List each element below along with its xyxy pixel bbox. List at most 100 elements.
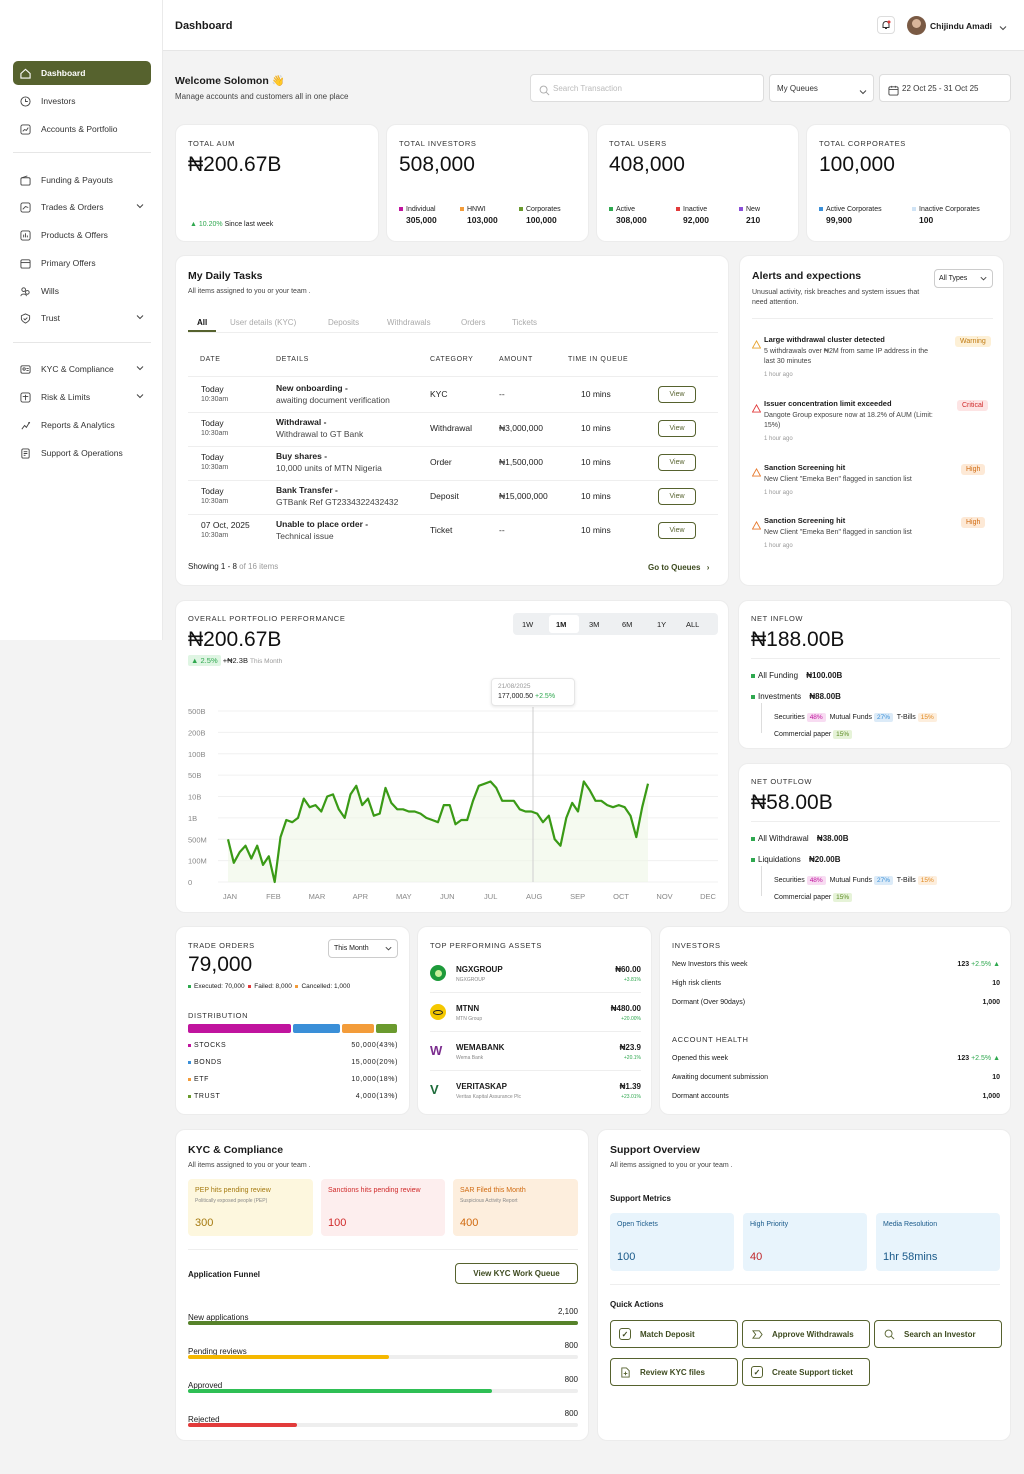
alert-item[interactable]: Sanction Screening hit New Client "Emeka…	[740, 515, 1005, 559]
sar-filed-box[interactable]: SAR Filed this Month Suspicious Activity…	[453, 1179, 578, 1236]
scale-icon	[19, 391, 31, 403]
sidebar-item-risk[interactable]: Risk & Limits	[13, 385, 151, 409]
view-button[interactable]: View	[658, 454, 696, 471]
view-button[interactable]: View	[658, 488, 696, 505]
chevron-down-icon[interactable]	[998, 20, 1008, 38]
notification-bell-icon[interactable]	[877, 16, 895, 34]
high-priority-metric[interactable]: High Priority 40	[743, 1213, 867, 1271]
sidebar-item-kyc[interactable]: KYC & Compliance	[13, 357, 151, 381]
range-6m[interactable]: 6M	[622, 620, 632, 629]
kpi-value: 508,000	[399, 153, 475, 176]
kpi-breakdown-item: Active 308,000	[609, 206, 647, 225]
chevron-down-icon[interactable]	[135, 391, 145, 403]
card-label: INVESTORS	[672, 941, 721, 950]
range-1w[interactable]: 1W	[522, 620, 533, 629]
sidebar-item-accounts[interactable]: Accounts & Portfolio	[13, 117, 151, 141]
tab-withdrawals[interactable]: Withdrawals	[387, 318, 431, 327]
tab-tickets[interactable]: Tickets	[512, 318, 537, 327]
alert-item[interactable]: Sanction Screening hit New Client "Emeka…	[740, 462, 1005, 506]
alert-type-filter[interactable]: All Types	[934, 269, 993, 288]
match-deposit-button[interactable]: ✓ Match Deposit	[610, 1320, 738, 1348]
media-resolution-metric[interactable]: Media Resolution 1hr 58mins	[876, 1213, 1000, 1271]
column-header: CATEGORY	[430, 356, 474, 363]
user-name[interactable]: Chijindu Amadi	[930, 21, 992, 31]
chevron-down-icon[interactable]	[135, 201, 145, 213]
sidebar-item-support[interactable]: Support & Operations	[13, 441, 151, 465]
chevron-down-icon	[858, 84, 868, 102]
top-bar: Dashboard Chijindu Amadi	[163, 0, 1024, 51]
period-select[interactable]: This Month	[328, 939, 398, 958]
queue-select[interactable]: My Queues	[769, 74, 874, 102]
sidebar-item-products[interactable]: Products & Offers	[13, 223, 151, 247]
range-1m[interactable]: 1M	[556, 620, 566, 629]
alerts-card: Alerts and expections Unusual activity, …	[739, 255, 1004, 586]
search-investor-button[interactable]: Search an Investor	[874, 1320, 1002, 1348]
sidebar-item-trades[interactable]: Trades & Orders	[13, 195, 151, 219]
distribution-segment-bonds	[292, 1024, 341, 1033]
view-button[interactable]: View	[658, 386, 696, 403]
y-tick-label: 100M	[188, 857, 207, 866]
tab-orders[interactable]: Orders	[461, 318, 485, 327]
card-title: My Daily Tasks	[188, 270, 263, 282]
tab-all[interactable]: All	[197, 318, 207, 327]
ngx-logo-icon	[430, 965, 446, 981]
funnel-bar-fill	[188, 1321, 578, 1325]
pep-hits-box[interactable]: PEP hits pending review Politically expo…	[188, 1179, 313, 1236]
kpi-breakdown-item: Individual 305,000	[399, 206, 437, 225]
review-kyc-files-button[interactable]: Review KYC files	[610, 1358, 738, 1386]
chevron-down-icon[interactable]	[135, 363, 145, 375]
x-tick-label: MAY	[396, 892, 412, 901]
tab-user-details[interactable]: User details (KYC)	[230, 318, 296, 327]
kpi-breakdown-item: Corporates 100,000	[519, 206, 561, 225]
view-button[interactable]: View	[658, 420, 696, 437]
approve-withdrawals-button[interactable]: Approve Withdrawals	[742, 1320, 870, 1348]
status-badge: High	[961, 464, 986, 475]
date-range-picker[interactable]: 22 Oct 25 - 31 Oct 25	[879, 74, 1011, 102]
sidebar-item-funding[interactable]: Funding & Payouts	[13, 168, 151, 192]
list-item: Dormant (Over 90days) 1,000	[672, 999, 1000, 1006]
welcome-title: Welcome Solomon 👋	[175, 75, 285, 87]
performance-line-chart[interactable]: 500B 200B 100B 50B 10B 1B 500M 100M 0 JAN FEB MAR AP…	[176, 671, 730, 903]
kyc-compliance-card: KYC & Compliance All items assigned to y…	[175, 1129, 589, 1441]
investors-list: New Investors this week 123 +2.5% ▲ High …	[672, 961, 1000, 1018]
document-icon	[19, 447, 31, 459]
kpi-breakdown-item: Active Corporates 99,900	[819, 206, 882, 225]
tab-deposits[interactable]: Deposits	[328, 318, 359, 327]
y-tick-label: 0	[188, 878, 192, 887]
chart-tooltip: 21/08/2025 177,000.50 +2.5%	[491, 678, 575, 706]
up-arrow-icon: ▲	[191, 656, 201, 665]
create-support-ticket-button[interactable]: ✓ Create Support ticket	[742, 1358, 870, 1386]
sidebar-item-reports[interactable]: Reports & Analytics	[13, 413, 151, 437]
sidebar-divider	[13, 342, 151, 343]
sidebar-item-dashboard[interactable]: Dashboard	[13, 61, 151, 85]
view-kyc-work-queue-button[interactable]: View KYC Work Queue	[455, 1263, 578, 1284]
asset-row[interactable]: V VERITASKAP Veritas Kapital Assurance P…	[418, 1080, 653, 1113]
open-tickets-metric[interactable]: Open Tickets 100	[610, 1213, 734, 1271]
avatar[interactable]	[907, 16, 926, 35]
funnel-row: Rejected 800	[188, 1409, 578, 1427]
range-1y[interactable]: 1Y	[657, 620, 666, 629]
sidebar-item-primary-offers[interactable]: Primary Offers	[13, 251, 151, 275]
table-row: Today 10:30am Withdrawal - Withdrawal to G…	[176, 412, 730, 446]
alert-item[interactable]: Large withdrawal cluster detected 5 with…	[740, 334, 1005, 386]
status-badge: Critical	[957, 400, 989, 411]
x-tick-label: APR	[353, 892, 369, 901]
check-icon: ✓	[619, 1328, 631, 1340]
alert-item[interactable]: Issuer concentration limit exceeded Dang…	[740, 398, 1005, 450]
sidebar-item-wills[interactable]: Wills	[13, 279, 151, 303]
x-tick-label: NOV	[656, 892, 672, 901]
range-all[interactable]: ALL	[686, 620, 699, 629]
x-tick-label: AUG	[526, 892, 542, 901]
list-item: Opened this week 123 +2.5% ▲	[672, 1055, 1000, 1062]
view-button[interactable]: View	[658, 522, 696, 539]
sidebar-item-investors[interactable]: Investors	[13, 89, 151, 113]
chevron-down-icon[interactable]	[135, 312, 145, 324]
range-3m[interactable]: 3M	[589, 620, 599, 629]
sanctions-hits-box[interactable]: Sanctions hits pending review 100	[321, 1179, 445, 1236]
range-selector: 1W 1M 3M 6M 1Y ALL	[513, 613, 718, 635]
search-input[interactable]: Search Transaction	[530, 74, 764, 102]
distribution-segment-etf	[342, 1024, 374, 1033]
table-row: Today 10:30am Buy shares -10,000 units of…	[176, 446, 730, 480]
sidebar-item-trust[interactable]: Trust	[13, 306, 151, 330]
go-to-queues-link[interactable]: Go to Queues ›	[648, 563, 709, 572]
